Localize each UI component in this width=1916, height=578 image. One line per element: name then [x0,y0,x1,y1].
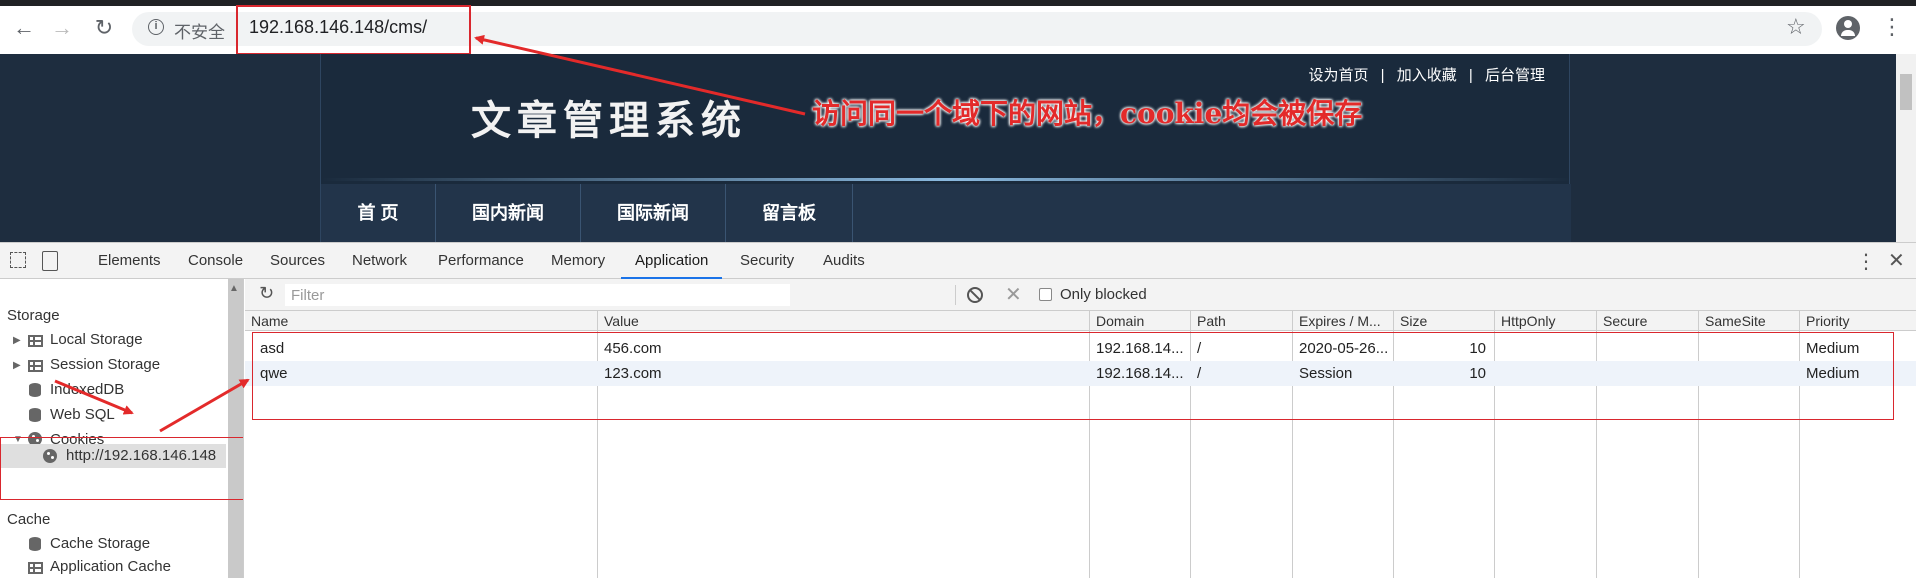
column-header-domain[interactable]: Domain [1090,311,1191,331]
column-header-secure[interactable]: Secure [1597,311,1699,331]
tab-security[interactable]: Security [740,243,794,279]
annotation-text: 访问同一个域下的网站，cookie均会被保存 [812,97,1363,130]
nav-international-news[interactable]: 国际新闻 [581,184,726,242]
site-nav: 首 页 国内新闻 国际新闻 留言板 [321,184,1571,242]
back-arrow-icon[interactable]: ← [10,14,38,42]
column-header-priority[interactable]: Priority [1800,311,1916,331]
cookies-rows-highlight-box [252,332,1894,420]
column-header-path[interactable]: Path [1191,311,1293,331]
database-icon [29,408,41,422]
column-header-size[interactable]: Size [1394,311,1495,331]
admin-link[interactable]: 后台管理 [1485,67,1545,84]
sidebar-item-cache-storage[interactable]: Cache Storage [50,535,150,552]
column-header-httponly[interactable]: HttpOnly [1495,311,1597,331]
devtools-menu-icon[interactable]: ⋮ [1856,249,1876,274]
cache-heading: Cache [7,511,51,528]
add-favorite-link[interactable]: 加入收藏 [1397,67,1457,84]
device-toolbar-icon[interactable] [42,251,58,271]
devtools-tabbar: Elements Console Sources Network Perform… [0,243,1916,279]
table-icon [28,562,43,574]
set-homepage-link[interactable]: 设为首页 [1308,67,1368,84]
column-header-value[interactable]: Value [598,311,1090,331]
only-blocked-checkbox[interactable] [1039,288,1052,301]
scroll-up-icon[interactable]: ▲ [229,283,239,294]
devtools-panel: Elements Console Sources Network Perform… [0,242,1916,578]
nav-guestbook[interactable]: 留言板 [726,184,853,242]
refresh-icon[interactable]: ↻ [259,283,274,304]
cookie-panel: ↻ ✕ Only blocked Name Value Domain Path … [245,279,1916,578]
tab-audits[interactable]: Audits [823,243,865,279]
cookie-toolbar: ↻ ✕ Only blocked [245,279,1916,311]
column-header-expires[interactable]: Expires / M... [1293,311,1394,331]
inspect-element-icon[interactable] [10,252,26,268]
reload-icon[interactable]: ↻ [90,14,118,42]
browser-toolbar: ← → ↻ i 不安全 | 192.168.146.148/cms/ ☆ ⋮ [0,0,1916,55]
cookies-highlight-box [0,437,243,500]
tab-sources[interactable]: Sources [270,243,325,279]
table-icon [28,335,43,347]
sidebar-item-session-storage[interactable]: Session Storage [50,356,160,373]
expand-triangle-icon[interactable]: ▶ [13,335,21,346]
security-label[interactable]: 不安全 [174,18,225,43]
nav-home[interactable]: 首 页 [321,184,436,242]
link-separator: | [1468,67,1473,84]
kebab-menu-icon[interactable]: ⋮ [1881,14,1903,40]
site-header: 设为首页 | 加入收藏 | 后台管理 文章管理系统 首 页 国内新闻 国际新闻 … [320,54,1571,242]
tab-elements[interactable]: Elements [98,243,161,279]
filter-input[interactable] [285,284,790,306]
clear-all-icon[interactable] [967,287,983,303]
application-sidebar: ▲ Storage ▶ Local Storage ▶ Session Stor… [0,279,244,578]
page-scrollbar[interactable] [1896,54,1916,242]
url-highlight-box [236,5,471,55]
sidebar-scrollbar[interactable] [228,279,243,578]
link-separator: | [1380,67,1385,84]
forward-arrow-icon[interactable]: → [48,14,76,42]
only-blocked-label: Only blocked [1060,286,1147,303]
info-icon[interactable]: i [148,19,164,35]
cookie-table: Name Value Domain Path Expires / M... Si… [245,311,1916,578]
web-page: 设为首页 | 加入收藏 | 后台管理 文章管理系统 首 页 国内新闻 国际新闻 … [0,54,1896,242]
expand-triangle-icon[interactable]: ▶ [13,360,21,371]
top-links: 设为首页 | 加入收藏 | 后台管理 [1304,64,1549,85]
sidebar-item-local-storage[interactable]: Local Storage [50,331,143,348]
tab-console[interactable]: Console [188,243,243,279]
close-icon[interactable]: ✕ [1888,248,1905,273]
tab-application[interactable]: Application [621,243,723,279]
sidebar-item-web-sql[interactable]: Web SQL [50,406,115,423]
delete-selected-icon[interactable]: ✕ [1005,282,1022,307]
toolbar-divider [955,285,956,305]
column-header-samesite[interactable]: SameSite [1699,311,1800,331]
site-title: 文章管理系统 [471,97,747,144]
nav-domestic-news[interactable]: 国内新闻 [436,184,581,242]
sidebar-item-application-cache[interactable]: Application Cache [50,558,171,575]
tab-performance[interactable]: Performance [438,243,524,279]
tab-memory[interactable]: Memory [551,243,605,279]
database-icon [29,383,41,397]
database-icon [29,537,41,551]
table-icon [28,360,43,372]
storage-heading: Storage [7,307,60,324]
page-scrollbar-thumb[interactable] [1900,74,1912,110]
column-header-name[interactable]: Name [245,311,598,331]
header-glow-divider [321,178,1571,181]
account-icon[interactable] [1836,16,1860,40]
star-icon[interactable]: ☆ [1786,14,1806,40]
tab-network[interactable]: Network [352,243,407,279]
sidebar-item-indexeddb[interactable]: IndexedDB [50,381,124,398]
